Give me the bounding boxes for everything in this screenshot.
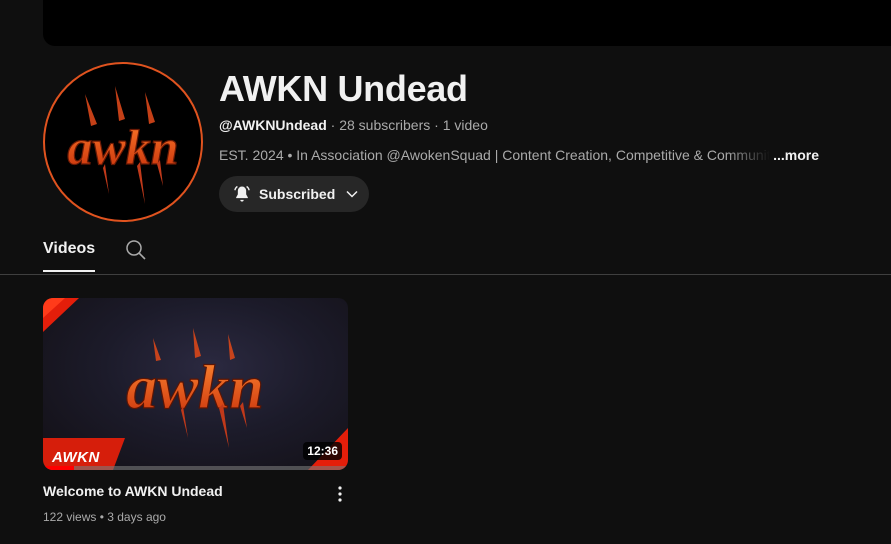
video-title[interactable]: Welcome to AWKN Undead bbox=[43, 483, 223, 499]
thumbnail-brand: AWKN bbox=[52, 449, 100, 466]
upload-age: 3 days ago bbox=[107, 510, 166, 524]
watch-progress-fill bbox=[43, 466, 74, 470]
thumbnail-art: awkn bbox=[43, 298, 348, 470]
channel-avatar[interactable]: awkn bbox=[43, 62, 203, 222]
tab-videos[interactable]: Videos bbox=[43, 230, 96, 272]
channel-description[interactable]: EST. 2024 • In Association @AwokenSquad … bbox=[219, 147, 819, 163]
subscriber-count: 28 subscribers bbox=[339, 117, 431, 133]
subscribed-button[interactable]: Subscribed bbox=[219, 176, 369, 212]
video-thumbnail[interactable]: awkn AWKN 12:36 bbox=[43, 298, 348, 470]
description-text: EST. 2024 • In Association @AwokenSquad … bbox=[219, 147, 771, 163]
more-actions-icon[interactable] bbox=[330, 484, 350, 504]
chevron-down-icon bbox=[345, 187, 359, 201]
more-link[interactable]: ...more bbox=[773, 147, 819, 163]
video-meta: 122 views • 3 days ago bbox=[43, 510, 166, 524]
bell-icon bbox=[231, 183, 253, 205]
watch-progress bbox=[43, 466, 348, 470]
channel-banner bbox=[43, 0, 891, 46]
channel-meta: @AWKNUndead · 28 subscribers · 1 video bbox=[219, 117, 488, 133]
avatar-logo: awkn bbox=[67, 86, 179, 204]
search-icon[interactable] bbox=[125, 239, 147, 261]
meta-separator: · bbox=[430, 117, 443, 133]
channel-tabs: Videos bbox=[0, 230, 891, 275]
channel-handle: @AWKNUndead bbox=[219, 117, 327, 133]
meta-separator: · bbox=[326, 117, 340, 133]
video-count: 1 video bbox=[442, 117, 488, 133]
view-count: 122 views bbox=[43, 510, 97, 524]
channel-name: AWKN Undead bbox=[219, 68, 468, 109]
subscribed-label: Subscribed bbox=[259, 186, 336, 202]
meta-separator: • bbox=[96, 510, 108, 524]
avatar-logo-text: awkn bbox=[67, 119, 178, 175]
video-card[interactable]: awkn AWKN 12:36 Welcome to AWKN Undead 1… bbox=[43, 298, 348, 524]
video-duration: 12:36 bbox=[303, 442, 342, 460]
